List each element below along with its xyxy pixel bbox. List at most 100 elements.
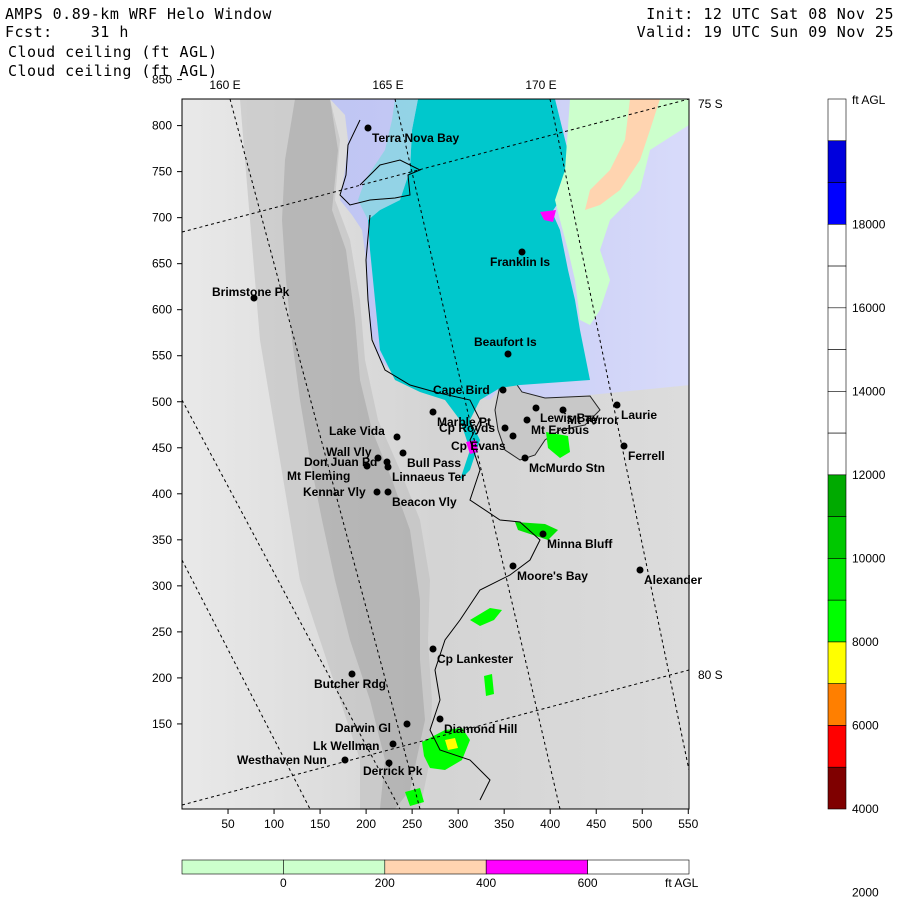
bottom-colorbar-labels: 0 200 400 600 [280,876,598,890]
bottom-colorbar [181,859,690,875]
place-label: Darwin Gl [335,721,391,735]
right-colorbar-swatch [827,766,847,810]
map-figure: 50 100 150 200 250 300 350 400 450 500 550 850 800 7… [152,73,886,900]
y-axis-ticks: 850 800 750 700 650 600 550 500 450 400 350 300 250 2… [152,73,182,731]
right-colorbar-label: 16000 [852,301,886,315]
map-plot-area [182,99,689,809]
place-label: Cp Lankester [437,652,513,666]
place-dot [364,124,372,132]
right-colorbar-swatch [827,516,847,559]
x-tick-label: 100 [264,817,284,831]
place-label: Brimstone Pk [212,285,290,299]
y-tick-label: 500 [152,395,172,409]
right-colorbar-labels: 18000 16000 14000 12000 10000 8000 6000 4000 200… [852,217,886,899]
place-label: Ferrell [628,449,665,463]
bottom-colorbar-unit: ft AGL [665,876,699,890]
right-colorbar-label: 18000 [852,217,886,231]
place-dot [393,433,401,441]
right-colorbar-swatch [827,725,847,768]
place-dot [521,454,529,462]
x-tick-label: 300 [448,817,468,831]
place-dot [436,715,444,723]
place-dot [429,408,437,416]
y-tick-label: 550 [152,349,172,363]
place-dot [613,401,621,409]
right-colorbar-swatch [827,683,847,726]
x-tick-label: 200 [356,817,376,831]
x-tick-label: 400 [540,817,560,831]
place-label: Bull Pass [407,456,461,470]
y-tick-label: 250 [152,625,172,639]
place-label: Linnaeus Ter [392,470,466,484]
place-dot [509,562,517,570]
place-dot [501,424,509,432]
lon-label-165: 165 E [372,78,403,92]
y-tick-label: 750 [152,165,172,179]
y-tick-label: 350 [152,533,172,547]
bottom-colorbar-label: 0 [280,876,287,890]
lat-label-80: 80 S [698,668,723,682]
x-tick-label: 450 [586,817,606,831]
y-tick-label: 400 [152,487,172,501]
place-dot [363,462,371,470]
y-tick-label: 850 [152,73,172,87]
place-dot [559,406,567,414]
place-dot [403,720,411,728]
place-label: Lake Vida [329,424,385,438]
right-colorbar-label: 14000 [852,384,886,398]
x-tick-label: 250 [402,817,422,831]
place-dot [509,432,517,440]
lat-label-75: 75 S [698,97,723,111]
place-dot [539,530,547,538]
place-dot [389,740,397,748]
place-label: Mt Fleming [287,469,350,483]
place-dot [341,756,349,764]
place-label: Alexander [644,573,702,587]
place-label: Cp Royds [439,421,495,435]
right-colorbar-label: 10000 [852,551,886,565]
place-dot [384,463,392,471]
bottom-colorbar-swatch [587,859,690,875]
place-label: Diamond Hill [444,722,517,736]
place-label: Laurie [621,408,657,422]
place-label: Beaufort Is [474,335,537,349]
y-tick-label: 150 [152,717,172,731]
lon-label-160: 160 E [209,78,240,92]
place-dot [373,488,381,496]
y-tick-label: 300 [152,579,172,593]
y-tick-label: 800 [152,119,172,133]
x-tick-label: 350 [494,817,514,831]
x-axis-ticks: 50 100 150 200 250 300 350 400 450 500 550 [221,809,699,831]
bottom-colorbar-label: 600 [578,876,598,890]
place-label: Mt Erebus [531,423,589,437]
place-label: Beacon Vly [392,495,457,509]
place-label: Terra Nova Bay [372,131,459,145]
place-label: Derrick Pk [363,764,423,778]
right-colorbar-label: 8000 [852,635,879,649]
right-colorbar-swatch [827,182,847,225]
x-tick-label: 500 [632,817,652,831]
x-tick-label: 50 [221,817,235,831]
place-label: Lk Wellman [313,739,379,753]
right-colorbar-swatch [827,474,847,517]
place-dot [499,386,507,394]
right-colorbar-swatch [827,641,847,685]
x-tick-label: 150 [310,817,330,831]
place-label: Kennar Vly [303,485,366,499]
place-dot [636,566,644,574]
bottom-colorbar-swatch [181,859,284,875]
bottom-colorbar-swatch [283,859,386,875]
right-colorbar-label: 2000 [852,886,879,900]
place-dot [523,416,531,424]
place-dot [384,488,392,496]
y-tick-label: 650 [152,257,172,271]
right-colorbar-label: 6000 [852,718,879,732]
bottom-colorbar-label: 400 [476,876,496,890]
right-colorbar-label: 12000 [852,468,886,482]
lon-label-170: 170 E [525,78,556,92]
place-label: Minna Bluff [547,537,613,551]
place-dot [504,350,512,358]
bottom-colorbar-swatch [485,859,588,875]
right-colorbar-swatch [827,349,847,392]
right-colorbar-swatch [827,432,847,476]
